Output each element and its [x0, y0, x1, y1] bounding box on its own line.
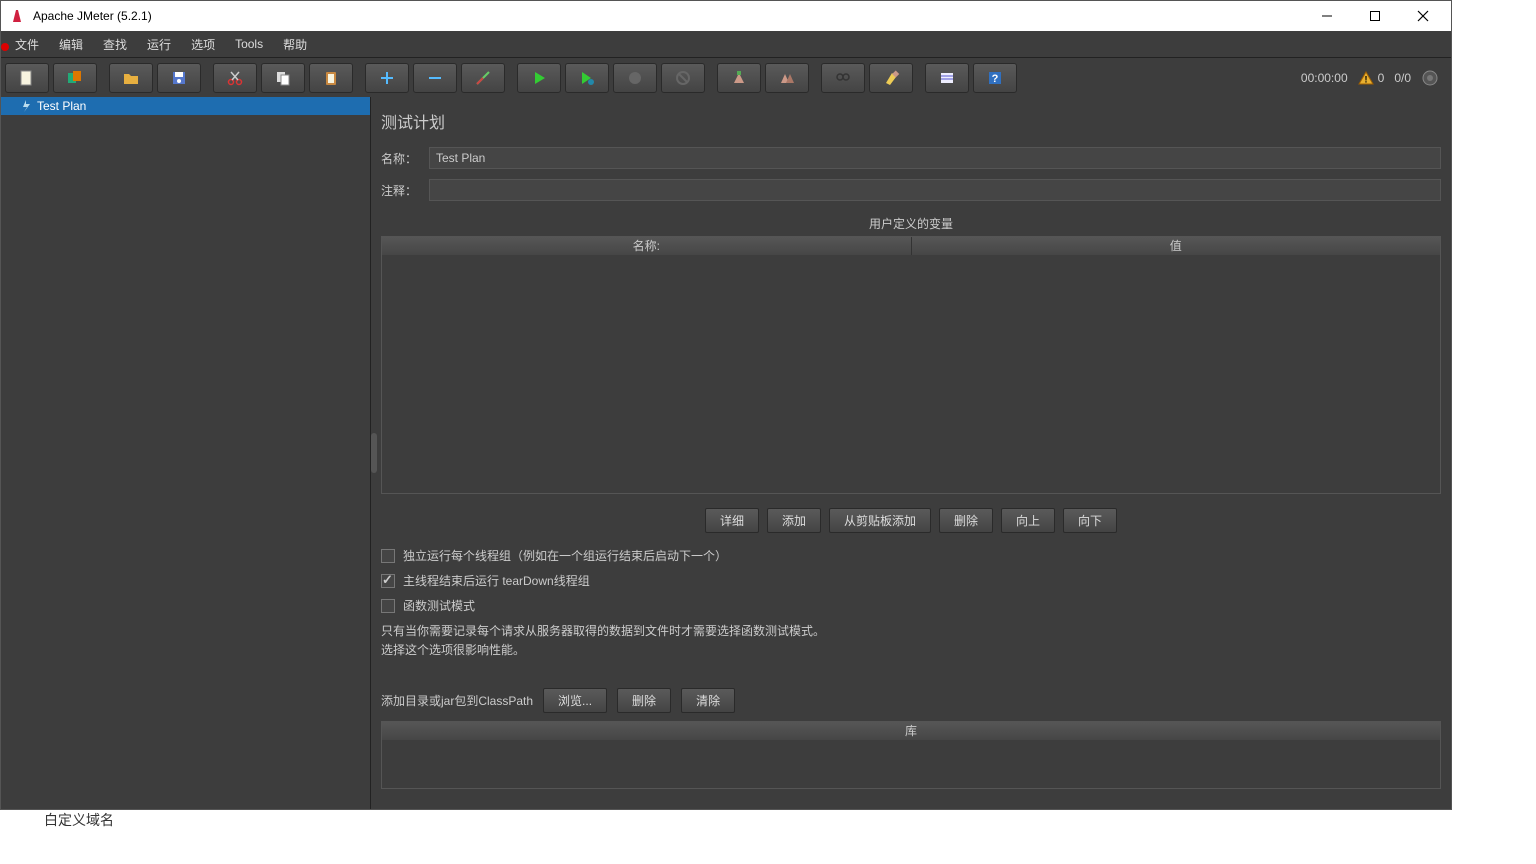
- comment-label: 注释：: [381, 182, 419, 199]
- thread-counter: 0/0: [1394, 71, 1411, 85]
- col-library[interactable]: 库: [382, 722, 1440, 740]
- tree-panel[interactable]: Test Plan: [1, 97, 371, 809]
- menubar: 文件 编辑 查找 运行 选项 Tools 帮助: [1, 31, 1451, 57]
- lib-table-body[interactable]: [382, 740, 1440, 788]
- up-button[interactable]: 向上: [1001, 508, 1055, 533]
- menu-edit[interactable]: 编辑: [49, 32, 93, 57]
- clear-button[interactable]: [717, 63, 761, 93]
- functional-mode-checkbox[interactable]: [381, 599, 395, 613]
- search-button[interactable]: [821, 63, 865, 93]
- teardown-label: 主线程结束后运行 tearDown线程组: [403, 572, 590, 589]
- name-input[interactable]: [429, 147, 1441, 169]
- help-button[interactable]: ?: [973, 63, 1017, 93]
- menu-help[interactable]: 帮助: [273, 32, 317, 57]
- svg-text:?: ?: [992, 73, 999, 85]
- add-button[interactable]: 添加: [767, 508, 821, 533]
- window-title: Apache JMeter (5.2.1): [33, 9, 1313, 23]
- delete-button[interactable]: 删除: [939, 508, 993, 533]
- vars-table[interactable]: 名称: 值: [381, 236, 1441, 494]
- col-name[interactable]: 名称:: [382, 237, 912, 255]
- start-button[interactable]: [517, 63, 561, 93]
- cropped-background: 白定义域名: [0, 810, 1452, 864]
- serial-threadgroups-label: 独立运行每个线程组（例如在一个组运行结束后启动下一个）: [403, 547, 727, 564]
- tree-item-label: Test Plan: [37, 99, 86, 113]
- toggle-button[interactable]: [461, 63, 505, 93]
- paste-button[interactable]: [309, 63, 353, 93]
- background-text-fragment: 白定义域名: [44, 810, 114, 830]
- new-button[interactable]: [5, 63, 49, 93]
- panel-title: 测试计划: [381, 109, 1441, 133]
- menu-tools[interactable]: Tools: [225, 33, 273, 55]
- svg-text:!: !: [1364, 74, 1367, 84]
- main-panel: 测试计划 名称： 注释： 用户定义的变量 名称: 值 详细 添加 从剪贴板: [371, 97, 1451, 809]
- teardown-checkbox[interactable]: [381, 574, 395, 588]
- menu-run[interactable]: 运行: [137, 32, 181, 57]
- menu-file[interactable]: 文件: [5, 32, 49, 57]
- open-button[interactable]: [109, 63, 153, 93]
- browse-button[interactable]: 浏览...: [543, 688, 607, 713]
- start-no-pause-button[interactable]: [565, 63, 609, 93]
- functional-mode-label: 函数测试模式: [403, 597, 475, 614]
- close-button[interactable]: [1409, 6, 1437, 26]
- warning-count: 0: [1378, 71, 1385, 85]
- col-value[interactable]: 值: [912, 237, 1441, 255]
- menu-search[interactable]: 查找: [93, 32, 137, 57]
- expand-button[interactable]: [365, 63, 409, 93]
- function-helper-button[interactable]: [925, 63, 969, 93]
- recording-indicator-icon: [1, 43, 9, 51]
- clear-all-button[interactable]: [765, 63, 809, 93]
- elapsed-time: 00:00:00: [1301, 71, 1348, 85]
- classpath-label: 添加目录或jar包到ClassPath: [381, 692, 533, 709]
- cp-clear-button[interactable]: 清除: [681, 688, 735, 713]
- templates-button[interactable]: [53, 63, 97, 93]
- tree-item-test-plan[interactable]: Test Plan: [1, 97, 370, 115]
- stop-button[interactable]: [613, 63, 657, 93]
- jmeter-logo-icon: [9, 8, 25, 24]
- reset-search-button[interactable]: [869, 63, 913, 93]
- menu-options[interactable]: 选项: [181, 32, 225, 57]
- lib-table[interactable]: 库: [381, 721, 1441, 789]
- minimize-button[interactable]: [1313, 6, 1341, 26]
- splitter-handle[interactable]: [371, 97, 377, 809]
- vars-table-body[interactable]: [382, 255, 1440, 493]
- detail-button[interactable]: 详细: [705, 508, 759, 533]
- comment-input[interactable]: [429, 179, 1441, 201]
- toolbar: ? 00:00:00 ! 0 0/0: [1, 57, 1451, 97]
- copy-button[interactable]: [261, 63, 305, 93]
- info-line-1: 只有当你需要记录每个请求从服务器取得的数据到文件时才需要选择函数测试模式。: [381, 622, 1441, 641]
- collapse-button[interactable]: [413, 63, 457, 93]
- warning-icon: !: [1358, 70, 1374, 86]
- cp-delete-button[interactable]: 删除: [617, 688, 671, 713]
- shutdown-button[interactable]: [661, 63, 705, 93]
- vars-section-header: 用户定义的变量: [381, 215, 1441, 232]
- save-button[interactable]: [157, 63, 201, 93]
- status-indicator-icon: [1421, 69, 1439, 87]
- add-from-clipboard-button[interactable]: 从剪贴板添加: [829, 508, 931, 533]
- test-plan-icon: [19, 99, 33, 113]
- name-label: 名称：: [381, 150, 419, 167]
- maximize-button[interactable]: [1361, 6, 1389, 26]
- titlebar: Apache JMeter (5.2.1): [1, 1, 1451, 31]
- cut-button[interactable]: [213, 63, 257, 93]
- info-line-2: 选择这个选项很影响性能。: [381, 641, 1441, 660]
- serial-threadgroups-checkbox[interactable]: [381, 549, 395, 563]
- down-button[interactable]: 向下: [1063, 508, 1117, 533]
